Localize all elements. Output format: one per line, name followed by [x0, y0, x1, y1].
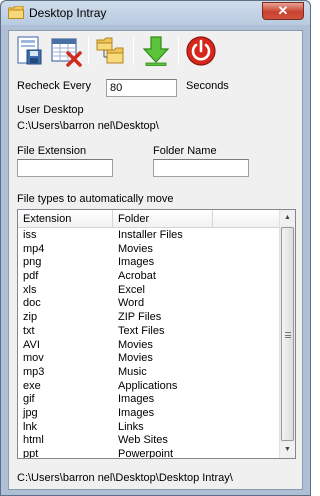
- extension-cell: ppt: [23, 448, 39, 459]
- recheck-interval-input[interactable]: [106, 79, 177, 97]
- folder-cell: Images: [118, 256, 155, 269]
- power-icon: [186, 36, 216, 66]
- folder-icon: [8, 6, 24, 19]
- extension-cell: iss: [23, 229, 37, 241]
- extension-cell: AVI: [23, 338, 40, 351]
- move-down-button[interactable]: [140, 34, 174, 68]
- app-window: Desktop Intray ✕ Recheck Every 80 Second…: [0, 0, 311, 496]
- list-header: Extension Folder: [18, 210, 281, 228]
- table-row[interactable]: mov Movies: [18, 352, 281, 366]
- folders-button[interactable]: [94, 34, 128, 68]
- extension-cell: pdf: [23, 270, 39, 283]
- extension-cell: html: [23, 434, 44, 447]
- extension-cell: mp3: [23, 365, 45, 378]
- toolbar-separator: [178, 37, 179, 65]
- user-desktop-path: C:\Users\barron nel\Desktop\: [17, 120, 159, 132]
- arrow-down-icon: [142, 36, 170, 66]
- user-desktop-label: User Desktop: [17, 104, 84, 116]
- folder-cell: Text Files: [118, 324, 165, 337]
- table-row[interactable]: xls Excel: [18, 284, 281, 298]
- save-icon: [17, 36, 42, 65]
- folder-name-input[interactable]: [153, 159, 249, 177]
- folder-cell: Images: [118, 406, 155, 419]
- extension-cell: exe: [23, 379, 41, 392]
- extension-cell: doc: [23, 297, 41, 310]
- save-button[interactable]: [12, 34, 46, 68]
- table-row[interactable]: lnk Links: [18, 421, 281, 435]
- extension-cell: zip: [23, 311, 38, 324]
- extension-cell: lnk: [23, 420, 38, 433]
- remove-type-icon: [51, 38, 82, 67]
- extension-cell: png: [23, 256, 42, 269]
- table-row[interactable]: mp4 Movies: [18, 243, 281, 257]
- extension-cell: txt: [23, 324, 35, 337]
- extension-cell: gif: [23, 393, 35, 406]
- table-row[interactable]: exe Applications: [18, 380, 281, 394]
- list-rows: iss Installer Files mp4 Movies png Images pdf A…: [18, 229, 281, 459]
- folder-cell: Word: [118, 297, 145, 310]
- toolbar: [12, 34, 302, 68]
- folder-cell: Music: [118, 365, 147, 378]
- grip-icon: [285, 332, 291, 338]
- scroll-thumb[interactable]: [281, 227, 294, 441]
- extension-cell: mp4: [23, 242, 45, 255]
- remove-type-button[interactable]: [49, 34, 83, 68]
- extension-cell: xls: [23, 283, 37, 296]
- table-row[interactable]: mp3 Music: [18, 366, 281, 380]
- recheck-unit-label: Seconds: [186, 80, 229, 92]
- main-panel: Recheck Every Seconds User Desktop C:\Us…: [8, 30, 303, 490]
- table-row[interactable]: jpg Images: [18, 407, 281, 421]
- folder-cell: Applications: [118, 379, 178, 392]
- window-title: Desktop Intray: [29, 6, 107, 20]
- table-row[interactable]: AVI Movies: [18, 339, 281, 353]
- folder-cell: Installer Files: [118, 229, 183, 241]
- table-row[interactable]: zip ZIP Files: [18, 311, 281, 325]
- table-row[interactable]: ppt Powerpoint: [18, 448, 281, 459]
- folder-cell: Movies: [118, 242, 153, 255]
- folder-cell: Powerpoint: [118, 448, 174, 459]
- folder-cell: Web Sites: [118, 434, 168, 447]
- table-row[interactable]: txt Text Files: [18, 325, 281, 339]
- table-row[interactable]: pdf Acrobat: [18, 270, 281, 284]
- file-types-label: File types to automatically move: [17, 193, 174, 205]
- title-bar[interactable]: Desktop Intray ✕: [1, 1, 310, 25]
- folder-cell: Excel: [118, 283, 145, 296]
- folders-icon: [96, 37, 124, 64]
- table-row[interactable]: doc Word: [18, 297, 281, 311]
- table-row[interactable]: iss Installer Files: [18, 229, 281, 243]
- table-row[interactable]: png Images: [18, 256, 281, 270]
- folder-name-label: Folder Name: [153, 145, 217, 157]
- file-extension-input[interactable]: [17, 159, 113, 177]
- close-button[interactable]: ✕: [262, 2, 304, 20]
- folder-cell: Movies: [118, 352, 153, 365]
- extension-cell: mov: [23, 352, 44, 365]
- extension-cell: jpg: [23, 406, 38, 419]
- scroll-up-icon[interactable]: ▲: [280, 210, 295, 226]
- table-row[interactable]: html Web Sites: [18, 434, 281, 448]
- status-path: C:\Users\barron nel\Desktop\Desktop Intr…: [17, 472, 233, 484]
- recheck-label: Recheck Every: [17, 80, 91, 92]
- column-header-extension[interactable]: Extension: [18, 210, 113, 228]
- folder-cell: Movies: [118, 338, 153, 351]
- folder-cell: Images: [118, 393, 155, 406]
- scroll-down-icon[interactable]: ▼: [280, 442, 295, 458]
- vertical-scrollbar[interactable]: ▲ ▼: [279, 210, 295, 458]
- folder-cell: Acrobat: [118, 270, 156, 283]
- table-row[interactable]: gif Images: [18, 393, 281, 407]
- exit-button[interactable]: [184, 34, 218, 68]
- folder-cell: ZIP Files: [118, 311, 162, 324]
- toolbar-separator: [133, 37, 134, 65]
- column-header-folder[interactable]: Folder: [113, 210, 213, 228]
- file-extension-label: File Extension: [17, 145, 87, 157]
- file-types-list[interactable]: Extension Folder iss Installer Files mp4 Mo…: [17, 209, 296, 459]
- toolbar-separator: [88, 37, 89, 65]
- folder-cell: Links: [118, 420, 144, 433]
